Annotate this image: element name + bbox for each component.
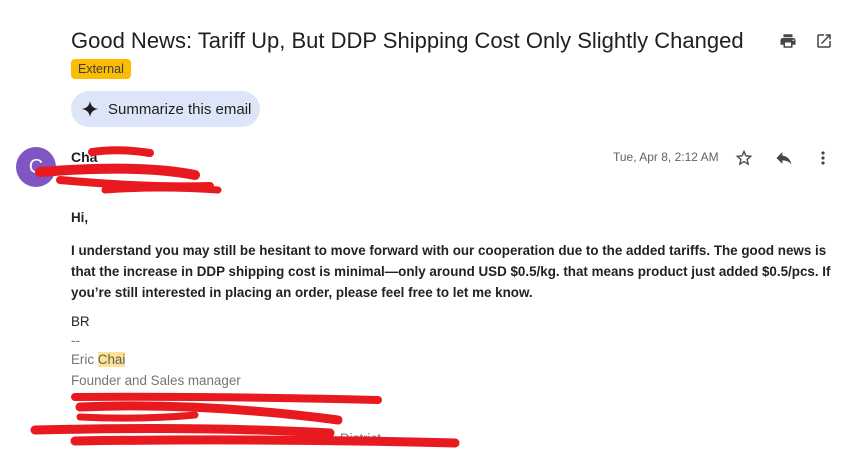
reply-icon[interactable] — [773, 147, 795, 169]
sparkle-icon — [81, 100, 99, 118]
signature-title: Founder and Sales manager — [71, 373, 241, 388]
external-label[interactable]: External — [71, 59, 131, 79]
signature-separator: -- — [71, 333, 80, 348]
email-date: Tue, Apr 8, 2:12 AM — [613, 150, 719, 164]
signature-closing: BR — [71, 314, 90, 329]
signature-first-name: Eric — [71, 352, 95, 367]
summarize-label: Summarize this email — [108, 100, 252, 118]
summarize-email-button[interactable]: Summarize this email — [71, 91, 260, 127]
sender-name[interactable]: Cha — [71, 149, 97, 165]
email-greeting: Hi, — [71, 210, 89, 225]
print-icon[interactable] — [778, 31, 798, 51]
signature-partial-address: District — [340, 431, 381, 446]
open-in-new-icon[interactable] — [814, 31, 834, 51]
signature-name: Eric Chai — [71, 351, 126, 369]
email-subject: Good News: Tariff Up, But DDP Shipping C… — [71, 28, 744, 53]
email-body-paragraph: I understand you may still be hesitant t… — [71, 243, 831, 300]
signature-last-name-highlight: Chai — [97, 352, 126, 367]
more-vert-icon[interactable] — [812, 147, 834, 169]
avatar[interactable]: C — [16, 147, 56, 187]
star-icon[interactable] — [733, 147, 755, 169]
